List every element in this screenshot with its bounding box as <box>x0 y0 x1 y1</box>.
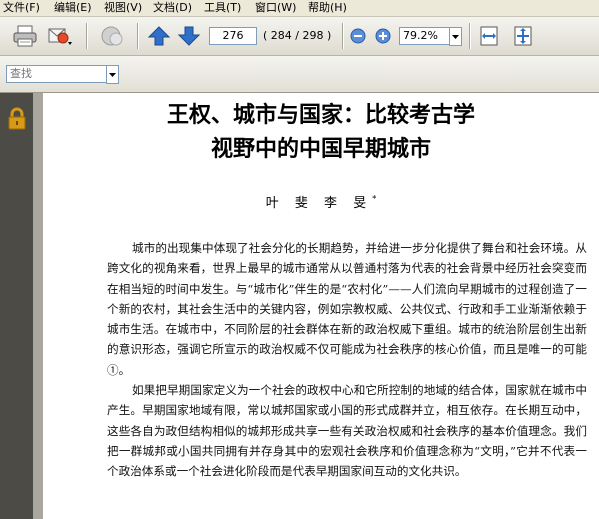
next-page-button[interactable] <box>177 26 201 46</box>
security-lock-button[interactable] <box>7 107 27 131</box>
zoom-out-button[interactable] <box>350 28 366 44</box>
previous-page-icon <box>147 26 171 46</box>
author-names: 叶 斐 李 旻 <box>265 196 373 211</box>
article-title-line2: 视野中的中国早期城市 <box>210 136 431 162</box>
print-icon <box>13 25 37 47</box>
menu-bar: 文件(F) 编辑(E) 视图(V) 文档(D) 工具(T) 窗口(W) 帮助(H… <box>0 0 599 17</box>
body-paragraph-2: 如果把早期国家定义为一个社会的政权中心和它所控制的地域的结合体，国家就在城市中产… <box>107 383 587 479</box>
next-page-icon <box>177 26 201 46</box>
navigation-panel <box>0 93 33 519</box>
zoom-level-input[interactable] <box>399 27 449 45</box>
fit-page-button[interactable] <box>512 25 534 47</box>
zoom-dropdown-button[interactable] <box>449 27 462 46</box>
menu-edit[interactable]: 编辑(E) <box>54 1 92 14</box>
lock-icon <box>8 107 26 130</box>
page-count: ( 284 / 298 ) <box>263 29 332 42</box>
zoom-in-button[interactable] <box>375 28 391 44</box>
menu-window[interactable]: 窗口(W) <box>255 1 296 14</box>
zoom-out-icon <box>350 28 366 44</box>
fit-page-icon <box>514 26 532 46</box>
author-footnote-mark: * <box>372 194 377 204</box>
previous-page-button[interactable] <box>147 26 171 46</box>
email-button[interactable] <box>46 24 74 48</box>
fit-width-button[interactable] <box>478 25 500 47</box>
article-title-line1: 王权、城市与国家：比较考古学 <box>166 102 475 128</box>
menu-file[interactable]: 文件(F) <box>3 1 40 14</box>
find-toolbar <box>0 56 599 93</box>
fit-width-icon <box>480 26 498 46</box>
document-page: 王权、城市与国家：比较考古学 视野中的中国早期城市 叶 斐 李 旻* 城市的出现… <box>43 93 599 519</box>
chevron-down-icon <box>452 35 459 39</box>
panel-divider[interactable] <box>33 93 43 519</box>
menu-document[interactable]: 文档(D) <box>153 1 192 14</box>
find-dropdown-button[interactable] <box>106 65 119 84</box>
email-icon <box>48 28 72 45</box>
collaborate-button[interactable] <box>99 24 127 48</box>
page-number-input[interactable] <box>209 27 257 45</box>
article-authors: 叶 斐 李 旻* <box>43 192 599 211</box>
body-paragraph-1: 城市的出现集中体现了社会分化的长期趋势，并给进一步分化提供了舞台和社会环境。从跨… <box>107 241 587 377</box>
menu-help[interactable]: 帮助(H) <box>308 1 347 14</box>
find-input[interactable] <box>6 65 107 83</box>
toolbar: ( 284 / 298 ) <box>0 17 599 56</box>
menu-view[interactable]: 视图(V) <box>104 1 142 14</box>
chevron-down-icon <box>109 73 116 77</box>
print-button[interactable] <box>12 24 38 48</box>
menu-tools[interactable]: 工具(T) <box>204 1 241 14</box>
zoom-in-icon <box>375 28 391 44</box>
collaborate-icon <box>101 26 123 46</box>
